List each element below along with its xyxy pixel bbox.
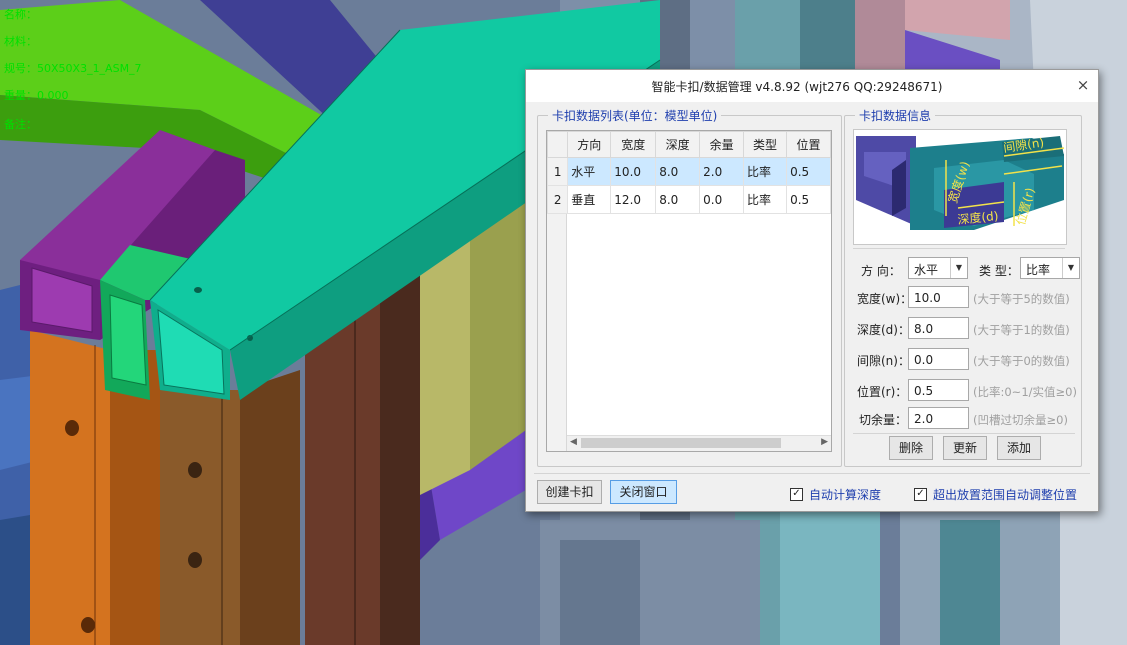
table-header-row: 方向 宽度 深度 余量 类型 位置 bbox=[547, 131, 831, 158]
width-input[interactable]: 10.0 bbox=[908, 286, 969, 308]
column-header[interactable]: 类型 bbox=[743, 131, 788, 158]
table-cell[interactable]: 0.0 bbox=[699, 185, 745, 214]
position-hint: (比率:0~1/实值≥0) bbox=[973, 385, 1077, 399]
column-header[interactable]: 方向 bbox=[567, 131, 612, 158]
snap-diagram-svg: 间隙(n) 宽度(w) 深度(d) 位置(r) bbox=[854, 130, 1066, 244]
type-label: 类 型： bbox=[979, 264, 1019, 278]
close-window-button[interactable]: 关闭窗口 bbox=[610, 480, 677, 504]
delete-button[interactable]: 删除 bbox=[889, 436, 933, 460]
table-cell[interactable]: 8.0 bbox=[655, 157, 701, 186]
hud-weight: 重量：0.000 bbox=[4, 89, 69, 102]
close-icon[interactable]: × bbox=[1074, 76, 1092, 94]
snap-list-group: 卡扣数据列表(单位：模型单位) 方向 宽度 深度 余量 类型 位置 1 水平 1… bbox=[537, 107, 842, 467]
hud-material: 材料： bbox=[4, 35, 37, 48]
divider bbox=[853, 248, 1065, 249]
table-cell[interactable]: 0.5 bbox=[786, 185, 831, 214]
column-header[interactable]: 位置 bbox=[786, 131, 831, 158]
hud-name: 名称： bbox=[4, 8, 37, 21]
depth-label: 深度(d)： bbox=[857, 323, 910, 337]
table-cell[interactable]: 比率 bbox=[743, 157, 788, 186]
position-input[interactable]: 0.5 bbox=[908, 379, 969, 401]
snap-data-grid[interactable]: 方向 宽度 深度 余量 类型 位置 1 水平 10.0 8.0 2.0 比率 0… bbox=[546, 130, 832, 452]
scroll-left-icon[interactable]: ◀ bbox=[570, 437, 577, 447]
direction-select[interactable]: 水平 ▼ bbox=[908, 257, 968, 279]
corner-cell bbox=[547, 131, 569, 158]
gap-label: 间隙(n)： bbox=[857, 354, 910, 368]
type-value: 比率 bbox=[1026, 263, 1051, 277]
margin-hint: (凹槽过切余量≥0) bbox=[973, 413, 1068, 427]
table-row[interactable]: 1 水平 10.0 8.0 2.0 比率 0.5 bbox=[547, 157, 831, 186]
table-cell[interactable]: 0.5 bbox=[786, 157, 831, 186]
scrollbar-thumb[interactable] bbox=[581, 438, 781, 448]
snap-data-table: 方向 宽度 深度 余量 类型 位置 1 水平 10.0 8.0 2.0 比率 0… bbox=[547, 131, 831, 214]
column-header[interactable]: 深度 bbox=[655, 131, 701, 158]
hud-spec: 规号：50X50X3_1_ASM_7 bbox=[4, 62, 142, 75]
snap-list-legend: 卡扣数据列表(单位：模型单位) bbox=[548, 107, 722, 124]
scroll-right-icon[interactable]: ▶ bbox=[821, 437, 828, 447]
add-button[interactable]: 添加 bbox=[997, 436, 1041, 460]
divider bbox=[534, 473, 1090, 474]
table-cell[interactable]: 垂直 bbox=[567, 185, 612, 214]
position-label: 位置(r)： bbox=[857, 385, 908, 399]
horizontal-scrollbar[interactable]: ◀ ▶ bbox=[567, 435, 831, 451]
margin-label: 切余量： bbox=[859, 413, 908, 427]
row-index[interactable]: 2 bbox=[547, 185, 569, 214]
dialog-title: 智能卡扣/数据管理 v4.8.92 (wjt276 QQ:29248671) bbox=[651, 80, 943, 94]
divider bbox=[853, 433, 1075, 434]
table-cell[interactable]: 8.0 bbox=[655, 185, 701, 214]
gap-hint: (大于等于0的数值) bbox=[973, 354, 1070, 368]
auto-adjust-checkbox[interactable]: ✓ bbox=[914, 488, 927, 501]
chevron-down-icon[interactable]: ▼ bbox=[1062, 258, 1079, 278]
auto-adjust-label[interactable]: 超出放置范围自动调整位置 bbox=[933, 486, 1077, 503]
gap-input[interactable]: 0.0 bbox=[908, 348, 969, 370]
depth-input[interactable]: 8.0 bbox=[908, 317, 969, 339]
type-select[interactable]: 比率 ▼ bbox=[1020, 257, 1080, 279]
direction-value: 水平 bbox=[914, 263, 939, 277]
chevron-down-icon[interactable]: ▼ bbox=[950, 258, 967, 278]
table-row[interactable]: 2 垂直 12.0 8.0 0.0 比率 0.5 bbox=[547, 185, 831, 214]
row-index[interactable]: 1 bbox=[547, 157, 569, 186]
depth-hint: (大于等于1的数值) bbox=[973, 323, 1070, 337]
table-cell[interactable]: 10.0 bbox=[610, 157, 657, 186]
snap-info-group: 卡扣数据信息 间隙(n) 宽度(w) 深度(d) 位置(r) 方 向： 水平 ▼… bbox=[844, 107, 1082, 467]
snap-info-legend: 卡扣数据信息 bbox=[855, 107, 936, 124]
auto-depth-label[interactable]: 自动计算深度 bbox=[809, 486, 881, 503]
table-cell[interactable]: 2.0 bbox=[699, 157, 745, 186]
snap-data-dialog: 智能卡扣/数据管理 v4.8.92 (wjt276 QQ:29248671) ×… bbox=[525, 69, 1099, 512]
auto-depth-checkbox[interactable]: ✓ bbox=[790, 488, 803, 501]
column-header[interactable]: 宽度 bbox=[610, 131, 657, 158]
column-header[interactable]: 余量 bbox=[699, 131, 745, 158]
table-cell[interactable]: 水平 bbox=[567, 157, 612, 186]
dialog-titlebar[interactable]: 智能卡扣/数据管理 v4.8.92 (wjt276 QQ:29248671) × bbox=[526, 70, 1098, 102]
update-button[interactable]: 更新 bbox=[943, 436, 987, 460]
width-label: 宽度(w)： bbox=[857, 292, 913, 306]
table-cell[interactable]: 12.0 bbox=[610, 185, 657, 214]
direction-label: 方 向： bbox=[861, 264, 901, 278]
hud-note: 备注： bbox=[4, 118, 37, 131]
create-snap-button[interactable]: 创建卡扣 bbox=[537, 480, 602, 504]
snap-diagram-image: 间隙(n) 宽度(w) 深度(d) 位置(r) bbox=[853, 129, 1067, 245]
margin-input[interactable]: 2.0 bbox=[908, 407, 969, 429]
table-cell[interactable]: 比率 bbox=[743, 185, 788, 214]
width-hint: (大于等于5的数值) bbox=[973, 292, 1070, 306]
